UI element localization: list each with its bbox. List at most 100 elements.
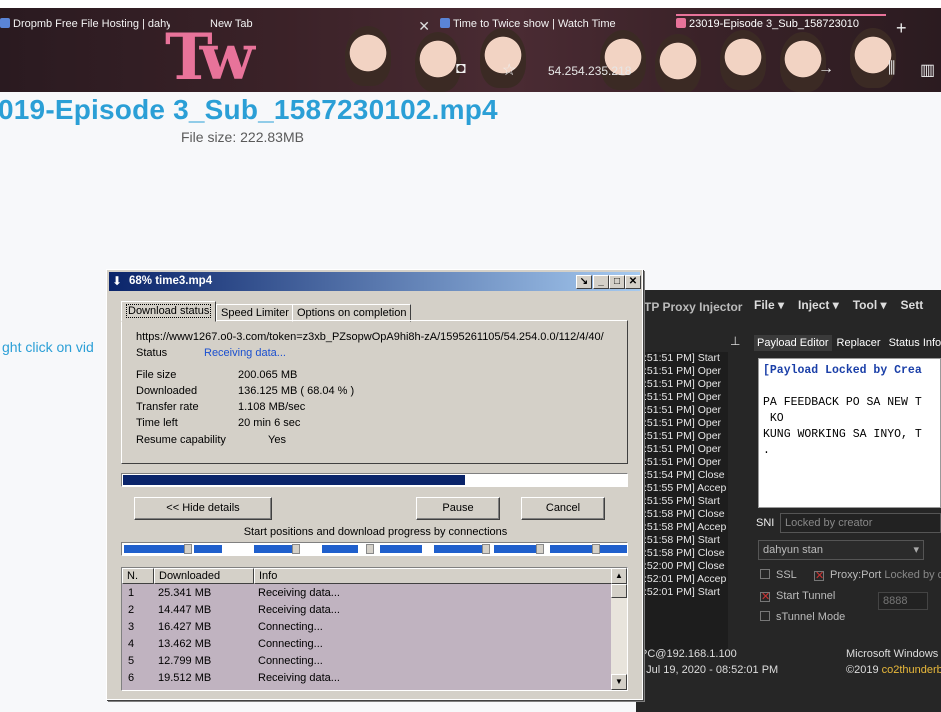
close-icon[interactable]: ✕ [418,18,430,35]
pause-button[interactable]: Pause [416,497,500,520]
start-tunnel-checkbox[interactable]: ✕ Start Tunnel [760,590,835,603]
right-click-hint-link[interactable]: ght click on vid [2,339,94,355]
log-line: :51:51 PM] Oper [644,365,722,377]
tab-payload-editor[interactable]: Payload Editor [754,335,832,351]
bookmark-star-icon[interactable]: ☆ [502,60,516,80]
tab-status-info[interactable]: Status Info [886,335,941,351]
log-line: :51:58 PM] Close [644,547,725,559]
connection-start-marker [184,544,192,554]
connections-caption: Start positions and download progress by… [243,526,508,538]
port-field[interactable]: 8888 [878,592,928,610]
column-header-info[interactable]: Info [254,568,612,584]
downloaded-row: Downloaded 136.125 MB ( 68.04 % ) [136,385,355,397]
tab-replacer[interactable]: Replacer [834,335,884,351]
browser-tab-active[interactable]: 23019-Episode 3_Sub_158723010 [676,18,886,42]
cell-info: Receiving data... [258,587,340,599]
scroll-down-icon[interactable]: ▼ [611,674,627,690]
cancel-button[interactable]: Cancel [521,497,605,520]
table-row[interactable]: 5 12.799 MB Connecting... [122,653,612,670]
injector-title: TP Proxy Injector [644,300,743,314]
tab-favicon-icon [440,18,450,28]
table-row[interactable]: 1 25.341 MB Receiving data... [122,585,612,602]
hide-details-button[interactable]: << Hide details [134,497,272,520]
cell-downloaded: 14.447 MB [158,604,212,616]
log-line: :51:51 PM] Oper [644,391,722,403]
scroll-up-icon[interactable]: ▲ [611,568,627,584]
connections-progress-bar [121,542,628,556]
stunnel-mode-checkbox[interactable]: sTunnel Mode [760,611,845,623]
page-title: 019-Episode 3_Sub_1587230102.mp4 [0,94,498,125]
cell-n: 2 [128,604,135,616]
column-header-downloaded[interactable]: Downloaded [154,568,254,584]
log-line: :51:51 PM] Oper [644,456,722,468]
connection-segment [124,545,184,553]
connection-start-marker [592,544,600,554]
pocket-icon[interactable]: ◘ [456,60,466,78]
active-tab-indicator [676,14,886,16]
log-line: :51:58 PM] Close [644,508,725,520]
proxy-injector-window: TP Proxy Injector File ▾ Inject ▾ Tool ▾ Se… [636,290,941,712]
cell-info: Receiving data... [258,672,340,684]
time-left-row: Time left 20 min 6 sec [136,417,301,429]
menu-settings[interactable]: Sett [901,298,924,312]
cell-info: Connecting... [258,621,323,633]
cell-n: 1 [128,587,135,599]
connection-segment [194,545,222,553]
browser-tab[interactable]: Dropmb Free File Hosting | dahyun [0,18,170,42]
payload-editor-text[interactable]: [Payload Locked by Crea PA FEEDBACK PO S… [758,358,941,508]
proxy-port-checkbox[interactable]: ✕ Proxy:Port Locked by c [814,569,941,582]
column-header-n[interactable]: N. [122,568,154,584]
resume-capability-row: Resume capability Yes [136,434,286,446]
browser-tab[interactable]: New Tab ✕ [210,18,430,42]
log-line: :51:58 PM] Accep [644,521,727,533]
log-line: :51:51 PM] Oper [644,404,722,416]
menu-file[interactable]: File ▾ [754,298,784,312]
close-button[interactable]: ✕ [625,275,641,289]
log-line: :52:00 PM] Close [644,560,725,572]
chevron-down-icon: ▾ [913,544,919,556]
maximize-button[interactable]: □ [609,275,625,289]
cell-downloaded: 13.462 MB [158,638,212,650]
table-row[interactable]: 4 13.462 MB Connecting... [122,636,612,653]
table-row[interactable]: 3 16.427 MB Connecting... [122,619,612,636]
injector-status-left: PC@192.168.1.100 , Jul 19, 2020 - 08:52:… [640,648,779,676]
status-row: Status Receiving data... [136,347,286,359]
connection-segment [600,545,627,553]
cell-info: Connecting... [258,638,323,650]
scroll-thumb[interactable] [611,584,627,598]
connection-start-marker [536,544,544,554]
injector-menu-bar: File ▾ Inject ▾ Tool ▾ Sett [754,298,937,312]
browser-tab[interactable]: Time to Twice show | Watch Time [440,18,640,42]
menu-tool[interactable]: Tool ▾ [853,298,887,312]
payload-select[interactable]: dahyun stan ▾ [758,540,924,560]
log-line: :51:51 PM] Oper [644,417,722,429]
browser-top-bar: Tw Dropmb Free File Hosting | dahyun New… [0,0,941,92]
connection-segment [322,545,358,553]
theme-face-image [655,34,701,92]
dialog-title-bar[interactable]: ⬇ 68% time3.mp4 ↘ _ □ ✕ [109,272,641,291]
download-status-panel: https://www1267.o0-3.com/token=z3xb_PZso… [121,320,628,464]
forward-arrow-icon[interactable]: → [818,60,834,78]
menu-inject[interactable]: Inject ▾ [798,298,839,312]
minimize-button[interactable]: _ [593,275,609,289]
cell-n: 4 [128,638,135,650]
table-row[interactable]: 2 14.447 MB Receiving data... [122,602,612,619]
taskbar-icon[interactable]: ↘ [576,275,592,289]
vertical-scrollbar[interactable]: ▲ ▼ [611,568,627,690]
table-row[interactable]: 6 19.512 MB Receiving data... [122,670,612,687]
cell-downloaded: 12.799 MB [158,655,212,667]
sni-input[interactable]: Locked by creator [780,513,941,533]
log-line: :52:01 PM] Accep [644,573,727,585]
address-bar-url[interactable]: 54.254.235.218 [548,64,631,78]
new-tab-plus-icon[interactable]: + [896,18,907,39]
connection-segment [434,545,482,553]
pin-icon[interactable]: ⊥ [730,334,740,348]
connection-segment [550,545,592,553]
ssl-checkbox[interactable]: SSL [760,569,797,581]
connections-table[interactable]: N. Downloaded Info 1 25.341 MB Receiving d… [121,567,628,691]
cell-downloaded: 25.341 MB [158,587,212,599]
injector-log: :51:51 PM] Start:51:51 PM] Oper:51:51 PM… [638,352,728,652]
tab-download-status[interactable]: Download status [121,301,217,322]
library-icon[interactable]: ⫼ [888,60,895,78]
sidebar-icon[interactable]: ▥ [920,60,935,80]
